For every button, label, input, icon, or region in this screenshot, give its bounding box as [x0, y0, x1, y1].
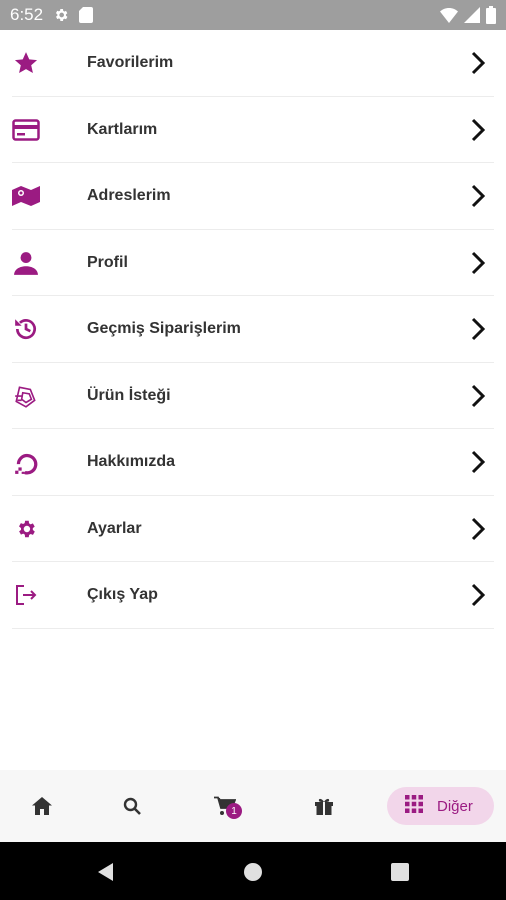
menu-item-label: Ürün İsteği — [87, 386, 171, 404]
cart-icon[interactable]: 1 — [207, 788, 243, 824]
menu-item-label: Profil — [87, 253, 128, 271]
chevron-right-icon — [470, 184, 486, 208]
menu-item-label: Adreslerim — [87, 187, 171, 205]
chevron-right-icon — [470, 51, 486, 75]
back-icon[interactable] — [94, 860, 118, 884]
status-left: 6:52 — [10, 5, 94, 25]
person-icon — [12, 249, 40, 277]
menu-item-label: Geçmiş Siparişlerim — [87, 320, 241, 338]
status-right — [440, 6, 496, 24]
chevron-right-icon — [470, 317, 486, 341]
menu-item-label: Çıkış Yap — [87, 586, 158, 604]
menu-item-label: Hakkımızda — [87, 453, 176, 471]
chevron-right-icon — [470, 517, 486, 541]
menu-item-about[interactable]: Hakkımızda — [0, 429, 506, 496]
settings-icon — [12, 515, 40, 543]
menu-item-favorites[interactable]: Favorilerim — [0, 30, 506, 97]
cart-badge: 1 — [226, 803, 242, 819]
menu-item-profile[interactable]: Profil — [0, 230, 506, 297]
logout-icon — [12, 581, 40, 609]
menu-item-label: Kartlarım — [87, 120, 158, 138]
battery-icon — [486, 6, 496, 24]
signal-icon — [464, 7, 480, 23]
status-time: 6:52 — [10, 5, 44, 24]
more-tab-label: Diğer — [437, 797, 473, 815]
menu-item-label: Favorilerim — [87, 54, 174, 72]
menu-item-addresses[interactable]: Adreslerim — [0, 163, 506, 230]
credit-card-icon — [12, 116, 40, 144]
menu-item-order-history[interactable]: Geçmiş Siparişlerim — [0, 296, 506, 363]
chevron-right-icon — [470, 251, 486, 275]
menu-item-settings[interactable]: Ayarlar — [0, 496, 506, 563]
bottom-nav: 1 Diğer — [0, 770, 506, 842]
map-icon — [12, 182, 40, 210]
chevron-right-icon — [470, 583, 486, 607]
sd-card-icon — [79, 7, 94, 23]
wifi-icon — [440, 7, 458, 23]
menu-item-product-request[interactable]: Ürün İsteği — [0, 363, 506, 430]
menu-list: Favorilerim Kartlarım Adreslerim Profil — [0, 30, 506, 629]
about-icon — [12, 448, 40, 476]
menu-item-label: Ayarlar — [87, 519, 142, 537]
home-circle-icon[interactable] — [241, 860, 265, 884]
gift-icon[interactable] — [306, 788, 342, 824]
status-bar: 6:52 — [0, 0, 506, 30]
home-icon[interactable] — [24, 788, 60, 824]
star-icon — [12, 49, 40, 77]
menu-item-logout[interactable]: Çıkış Yap — [0, 562, 506, 629]
product-request-icon — [12, 382, 40, 410]
chevron-right-icon — [470, 118, 486, 142]
chevron-right-icon — [470, 384, 486, 408]
system-nav-bar — [0, 842, 506, 900]
chevron-right-icon — [470, 450, 486, 474]
grid-icon — [405, 794, 423, 818]
search-icon[interactable] — [114, 788, 150, 824]
settings-icon — [53, 7, 69, 23]
more-tab[interactable]: Diğer — [387, 787, 494, 825]
history-icon — [12, 315, 40, 343]
recents-icon[interactable] — [388, 860, 412, 884]
menu-item-cards[interactable]: Kartlarım — [0, 97, 506, 164]
